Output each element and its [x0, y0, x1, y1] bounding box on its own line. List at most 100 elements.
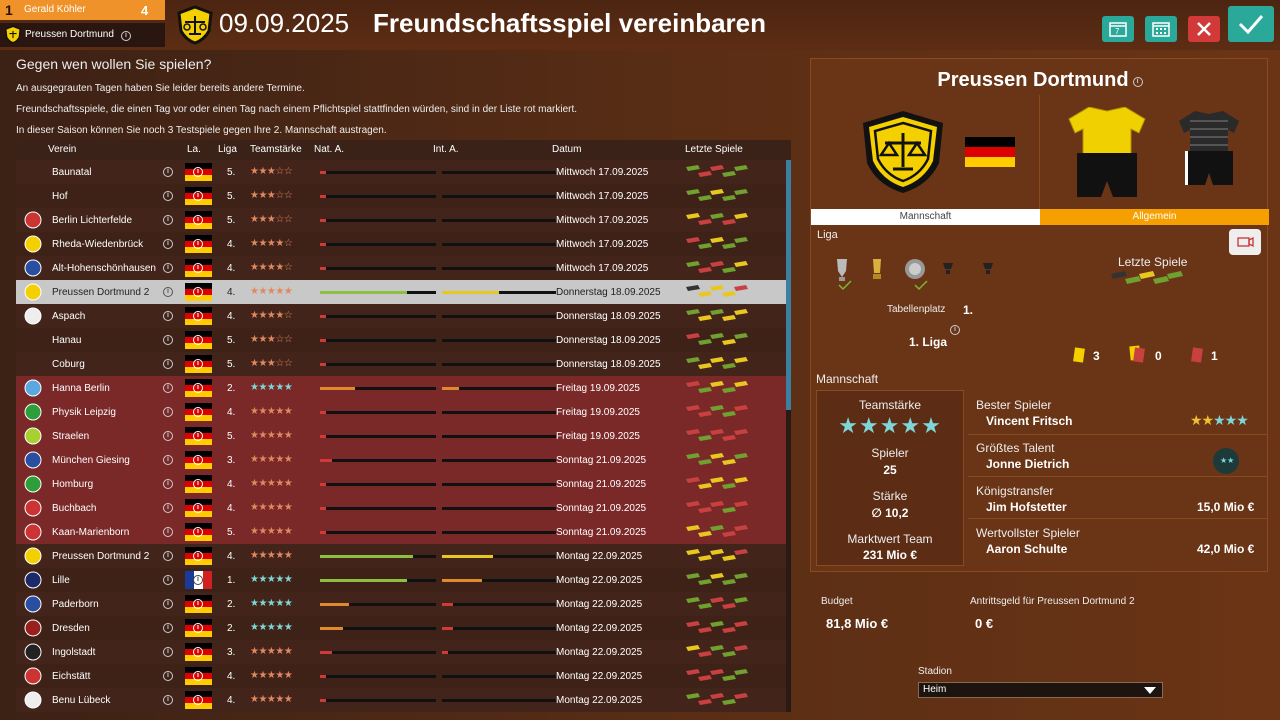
table-row[interactable]: Aspach i i 4. ★★★★☆ Donnerstag 18.09.2025: [16, 304, 786, 328]
table-row[interactable]: Kaan-Marienborn i i 5. ★★★★★ Sonntag 21.09.20…: [16, 520, 786, 544]
info-icon[interactable]: i: [950, 325, 960, 335]
best-player-name: Vincent Fritsch: [986, 414, 1073, 428]
info-icon[interactable]: i: [163, 455, 173, 465]
table-row[interactable]: Dresden i i 2. ★★★★★ Montag 22.09.2025: [16, 616, 786, 640]
col-strength[interactable]: Teamstärke: [250, 144, 302, 155]
info-icon[interactable]: i: [163, 263, 173, 273]
strength-stars: ★★★☆☆: [250, 214, 293, 225]
info-icon[interactable]: i: [163, 407, 173, 417]
france-flag-icon: i: [185, 571, 212, 589]
table-row[interactable]: Hof i i 5. ★★★☆☆ Mittwoch 17.09.2025: [16, 184, 786, 208]
info-icon[interactable]: i: [1132, 77, 1143, 87]
col-intl[interactable]: Int. A.: [433, 144, 459, 155]
cancel-button[interactable]: [1188, 16, 1220, 42]
info-icon[interactable]: i: [163, 239, 173, 249]
table-position-value: 1.: [963, 303, 974, 317]
table-row[interactable]: Preussen Dortmund 2 i i 4. ★★★★★ Donnerstag 1…: [16, 280, 786, 304]
info-icon[interactable]: i: [163, 647, 173, 657]
info-icon[interactable]: i: [163, 695, 173, 705]
svg-text:7: 7: [1115, 27, 1120, 36]
info-icon[interactable]: i: [163, 671, 173, 681]
club-logo-icon: [24, 547, 42, 565]
info-icon[interactable]: i: [163, 575, 173, 585]
info-icon[interactable]: i: [163, 551, 173, 561]
col-league[interactable]: Liga: [218, 144, 237, 155]
info-icon[interactable]: i: [121, 31, 131, 41]
last-games: [686, 525, 748, 537]
club-logo-icon: [24, 379, 42, 397]
national-strength-fill: [320, 315, 326, 318]
col-country[interactable]: La.: [187, 144, 201, 155]
table-row[interactable]: Coburg i i 5. ★★★☆☆ Donnerstag 18.09.2025: [16, 352, 786, 376]
col-date[interactable]: Datum: [552, 144, 581, 155]
table-row[interactable]: Paderborn i i 2. ★★★★★ Montag 22.09.2025: [16, 592, 786, 616]
match-date: Freitag 19.09.2025: [556, 407, 640, 418]
table-row[interactable]: Straelen i i 5. ★★★★★ Freitag 19.09.2025: [16, 424, 786, 448]
last-game-3: [722, 555, 736, 561]
info-icon[interactable]: i: [163, 623, 173, 633]
talent-row[interactable]: Größtes Talent Jonne Dietrich ★★: [968, 434, 1268, 476]
table-row[interactable]: Buchbach i i 4. ★★★★★ Sonntag 21.09.2025: [16, 496, 786, 520]
transfer-row[interactable]: Königstransfer Jim Hofstetter 15,0 Mio €: [968, 476, 1268, 518]
last-game-2: [710, 477, 724, 483]
col-club[interactable]: Verein: [48, 144, 76, 155]
international-strength-fill: [442, 603, 454, 606]
info-icon[interactable]: i: [163, 599, 173, 609]
calendar-7-button[interactable]: 7: [1102, 16, 1134, 42]
manager-box[interactable]: 1 Gerald Köhler 4: [0, 0, 165, 20]
stadium-select[interactable]: Heim: [918, 682, 1163, 698]
info-icon[interactable]: i: [163, 215, 173, 225]
table-row[interactable]: Benu Lübeck i i 4. ★★★★★ Montag 22.09.2025: [16, 688, 786, 712]
table-row[interactable]: Lille i i 1. ★★★★★ Montag 22.09.2025: [16, 568, 786, 592]
info-icon[interactable]: i: [163, 287, 173, 297]
last-game-4: [734, 597, 748, 603]
last-game-2: [710, 381, 724, 387]
table-row[interactable]: Rheda-Wiedenbrück i i 4. ★★★★☆ Mittwoch 17.09…: [16, 232, 786, 256]
club-box[interactable]: Preussen Dortmund i: [0, 23, 165, 47]
table-row[interactable]: Preussen Dortmund 2 i i 4. ★★★★★ Montag 22.09…: [16, 544, 786, 568]
table-row[interactable]: Physik Leipzig i i 4. ★★★★★ Freitag 19.09.202…: [16, 400, 786, 424]
national-strength-fill: [320, 243, 326, 246]
table-row[interactable]: Eichstätt i i 4. ★★★★★ Montag 22.09.2025: [16, 664, 786, 688]
col-last[interactable]: Letzte Spiele: [685, 144, 743, 155]
international-strength-bar: [442, 315, 556, 318]
confirm-button[interactable]: [1228, 6, 1274, 42]
national-strength-bar: [320, 411, 436, 414]
table-row[interactable]: Hanna Berlin i i 2. ★★★★★ Freitag 19.09.2025: [16, 376, 786, 400]
table-row[interactable]: Baunatal i i 5. ★★★☆☆ Mittwoch 17.09.2025: [16, 160, 786, 184]
info-icon[interactable]: i: [163, 479, 173, 489]
last-game-0: [1111, 271, 1127, 279]
tab-mannschaft[interactable]: Mannschaft: [811, 209, 1040, 225]
table-row[interactable]: Homburg i i 4. ★★★★★ Sonntag 21.09.2025: [16, 472, 786, 496]
info-icon[interactable]: i: [163, 503, 173, 513]
info-icon[interactable]: i: [163, 311, 173, 321]
scrollbar-thumb[interactable]: [786, 160, 791, 410]
last-games: [686, 501, 748, 513]
table-row[interactable]: München Giesing i i 3. ★★★★★ Sonntag 21.09.20…: [16, 448, 786, 472]
info-icon[interactable]: i: [163, 335, 173, 345]
table-row[interactable]: Berlin Lichterfelde i i 5. ★★★☆☆ Mittwoch 17.…: [16, 208, 786, 232]
last-game-3: [722, 507, 736, 513]
calendar-button[interactable]: [1145, 16, 1177, 42]
best-player-row[interactable]: Bester Spieler Vincent Fritsch ★★★★★: [968, 390, 1268, 432]
table-row[interactable]: Hanau i i 5. ★★★☆☆ Donnerstag 18.09.2025: [16, 328, 786, 352]
info-icon[interactable]: i: [163, 167, 173, 177]
yellow-card-icon: [1073, 347, 1085, 363]
national-strength-fill: [320, 531, 326, 534]
valuable-row[interactable]: Wertvollster Spieler Aaron Schulte 42,0 …: [968, 518, 1268, 560]
video-button[interactable]: [1229, 229, 1261, 255]
info-icon[interactable]: i: [163, 527, 173, 537]
table-row[interactable]: Alt-Hohenschönhausen i i 4. ★★★★☆ Mittwoch 17…: [16, 256, 786, 280]
tab-allgemein[interactable]: Allgemein: [1040, 209, 1269, 225]
info-icon[interactable]: i: [163, 359, 173, 369]
scrollbar[interactable]: [786, 160, 791, 712]
league-value: 5.: [227, 359, 236, 370]
info-icon[interactable]: i: [163, 431, 173, 441]
international-strength-fill: [442, 291, 499, 294]
info-icon[interactable]: i: [163, 191, 173, 201]
table-row[interactable]: Ingolstadt i i 3. ★★★★★ Montag 22.09.2025: [16, 640, 786, 664]
national-strength-bar: [320, 483, 436, 486]
info-icon[interactable]: i: [163, 383, 173, 393]
col-nat[interactable]: Nat. A.: [314, 144, 344, 155]
international-strength-bar: [442, 579, 556, 582]
